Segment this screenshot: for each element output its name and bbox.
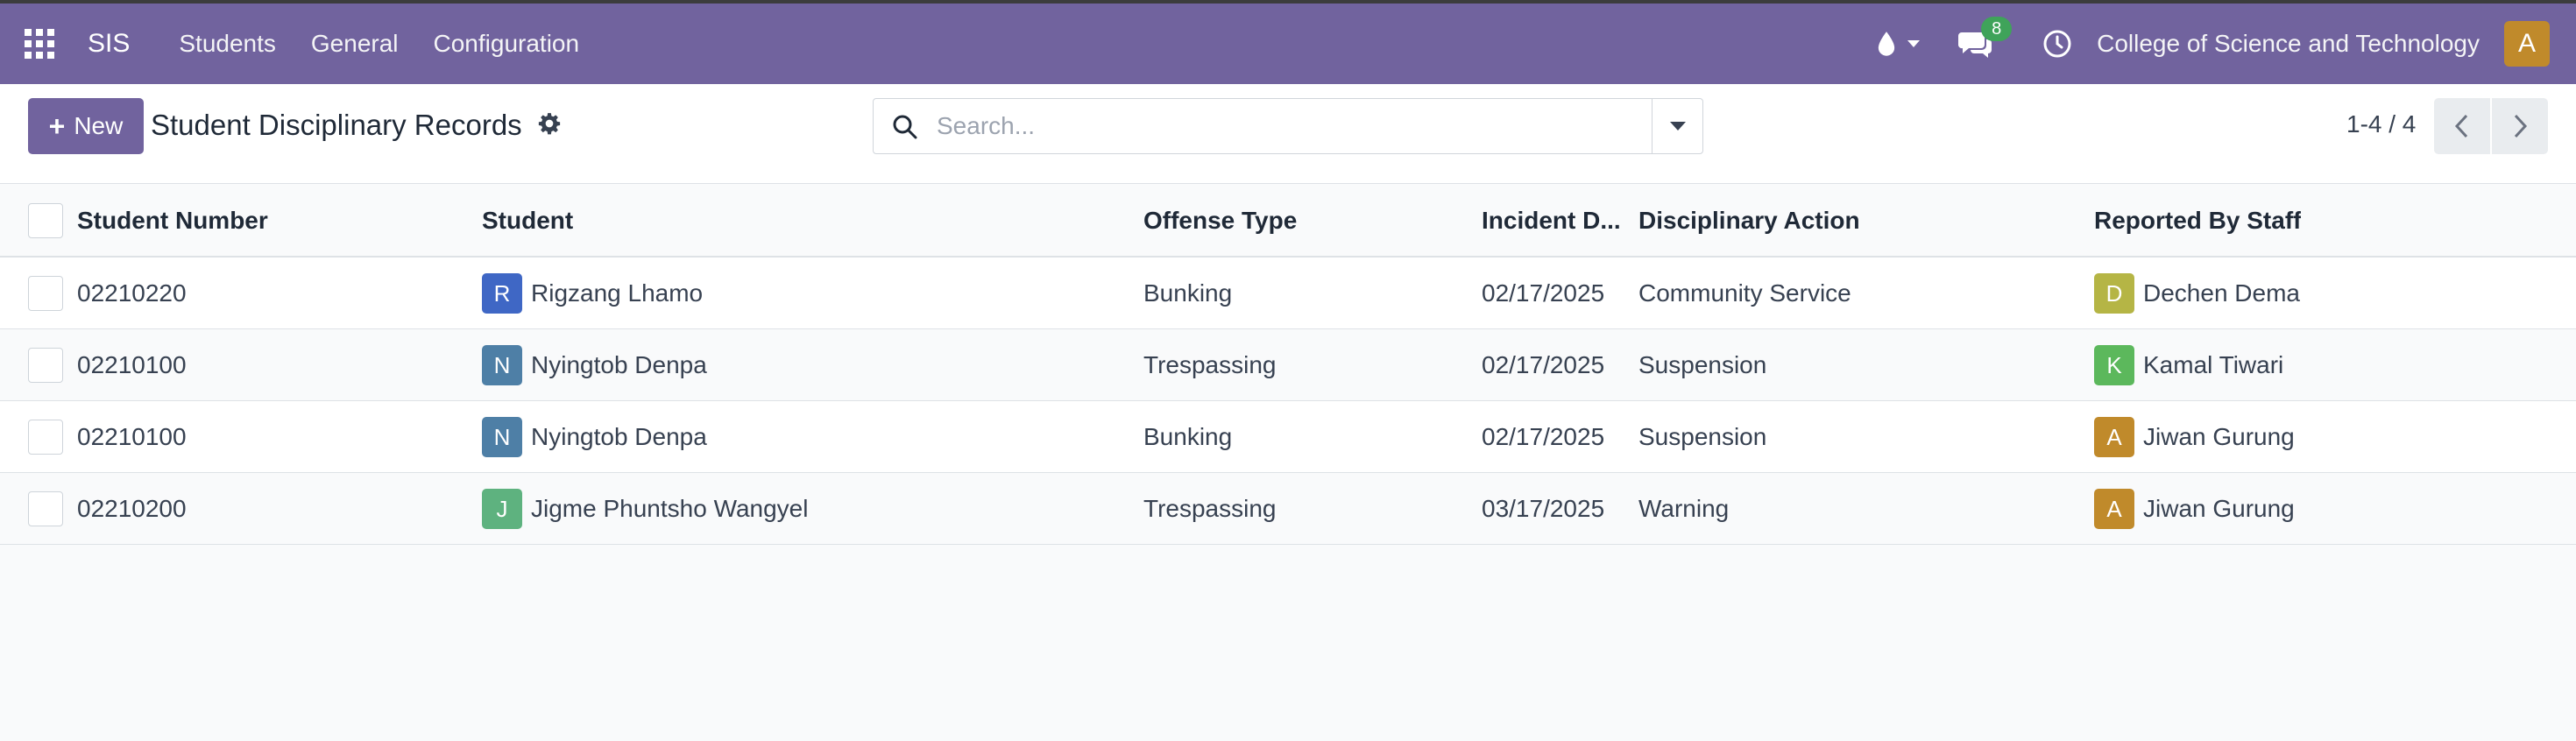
activity-menu[interactable]: [2042, 29, 2072, 59]
disciplinary-action-cell: Warning: [1638, 495, 1730, 522]
row-checkbox[interactable]: [28, 491, 63, 526]
records-table: Student Number Student Offense Type Inci…: [0, 184, 2576, 545]
avatar: D: [2094, 273, 2134, 314]
staff-name: Kamal Tiwari: [2143, 351, 2284, 378]
select-all-checkbox[interactable]: [28, 203, 63, 238]
gear-icon[interactable]: [538, 112, 561, 135]
reported-by-cell: A Jiwan Gurung: [2094, 473, 2295, 545]
table-row[interactable]: 02210200 J Jigme Phuntsho Wangyel Trespa…: [0, 473, 2576, 545]
row-checkbox[interactable]: [28, 348, 63, 383]
search-input[interactable]: [935, 108, 1636, 145]
table-header: Student Number Student Offense Type Inci…: [0, 184, 2576, 258]
company-switcher[interactable]: College of Science and Technology: [2097, 30, 2480, 58]
student-number-cell: 02210200: [77, 495, 187, 522]
offense-type-cell: Trespassing: [1143, 351, 1277, 378]
pager-previous-button[interactable]: [2434, 98, 2490, 154]
student-number-cell: 02210220: [77, 279, 187, 307]
table-row[interactable]: 02210100 N Nyingtob Denpa Bunking 02/17/…: [0, 401, 2576, 473]
avatar: N: [482, 417, 522, 457]
reported-by-cell: A Jiwan Gurung: [2094, 401, 2295, 473]
control-panel: + New Student Disciplinary Records 1-4 /…: [0, 84, 2576, 184]
disciplinary-action-cell: Community Service: [1638, 279, 1851, 307]
top-navbar: SIS Students General Configuration 8 Col…: [0, 0, 2576, 84]
offense-type-cell: Bunking: [1143, 423, 1233, 450]
avatar: A: [2094, 417, 2134, 457]
table-row[interactable]: 02210100 N Nyingtob Denpa Trespassing 02…: [0, 329, 2576, 401]
avatar: J: [482, 489, 522, 529]
chevron-right-icon: [2514, 114, 2528, 138]
debug-menu[interactable]: [1874, 30, 1921, 58]
pager-value[interactable]: 1-4 / 4: [2346, 110, 2416, 138]
student-number-cell: 02210100: [77, 351, 187, 378]
reported-by-cell: D Dechen Dema: [2094, 258, 2300, 329]
search-icon: [893, 115, 917, 139]
avatar: K: [2094, 345, 2134, 385]
column-header-offense-type[interactable]: Offense Type: [1143, 184, 1297, 258]
page-title: Student Disciplinary Records: [151, 109, 522, 141]
disciplinary-action-cell: Suspension: [1638, 351, 1767, 378]
offense-type-cell: Trespassing: [1143, 495, 1277, 522]
student-cell: N Nyingtob Denpa: [482, 329, 707, 401]
student-name: Nyingtob Denpa: [531, 351, 707, 378]
pager-next-button[interactable]: [2492, 98, 2548, 154]
chevron-down-icon: [1669, 122, 1686, 131]
column-header-student-number[interactable]: Student Number: [77, 184, 268, 258]
student-cell: N Nyingtob Denpa: [482, 401, 707, 473]
new-button-label: New: [74, 112, 124, 139]
column-header-incident-date[interactable]: Incident D...: [1482, 184, 1631, 258]
row-checkbox[interactable]: [28, 276, 63, 311]
student-cell: R Rigzang Lhamo: [482, 258, 703, 329]
nav-item-configuration[interactable]: Configuration: [434, 30, 580, 58]
search-options-toggle[interactable]: [1652, 99, 1702, 153]
disciplinary-action-cell: Suspension: [1638, 423, 1767, 450]
student-cell: J Jigme Phuntsho Wangyel: [482, 473, 808, 545]
plus-icon: +: [48, 109, 66, 142]
student-name: Jigme Phuntsho Wangyel: [531, 495, 809, 522]
column-header-disciplinary-action[interactable]: Disciplinary Action: [1638, 184, 1860, 258]
messaging-menu[interactable]: 8: [1958, 17, 2013, 59]
new-button[interactable]: + New: [28, 98, 144, 154]
avatar: N: [482, 345, 522, 385]
droplet-icon: [1878, 32, 1895, 56]
avatar: R: [482, 273, 522, 314]
student-number-cell: 02210100: [77, 423, 187, 450]
avatar: A: [2094, 489, 2134, 529]
staff-name: Dechen Dema: [2143, 279, 2300, 307]
incident-date-cell: 02/17/2025: [1482, 351, 1605, 378]
chevron-left-icon: [2454, 114, 2468, 138]
staff-name: Jiwan Gurung: [2143, 423, 2295, 450]
student-name: Nyingtob Denpa: [531, 423, 707, 450]
nav-item-students[interactable]: Students: [179, 30, 276, 58]
incident-date-cell: 02/17/2025: [1482, 279, 1605, 307]
column-header-student[interactable]: Student: [482, 184, 573, 258]
app-brand[interactable]: SIS: [88, 29, 130, 59]
table-row[interactable]: 02210220 R Rigzang Lhamo Bunking 02/17/2…: [0, 258, 2576, 329]
search-bar: [873, 98, 1703, 154]
incident-date-cell: 03/17/2025: [1482, 495, 1605, 522]
incident-date-cell: 02/17/2025: [1482, 423, 1605, 450]
student-name: Rigzang Lhamo: [531, 279, 704, 307]
column-header-reported-by-staff[interactable]: Reported By Staff: [2094, 184, 2301, 258]
chevron-down-icon: [1907, 40, 1921, 47]
reported-by-cell: K Kamal Tiwari: [2094, 329, 2283, 401]
nav-item-general[interactable]: General: [311, 30, 399, 58]
message-count-badge: 8: [1981, 17, 2013, 41]
user-avatar[interactable]: A: [2504, 21, 2550, 67]
row-checkbox[interactable]: [28, 420, 63, 455]
clock-icon: [2043, 30, 2071, 58]
staff-name: Jiwan Gurung: [2143, 495, 2295, 522]
app-grid-icon[interactable]: [25, 29, 54, 59]
offense-type-cell: Bunking: [1143, 279, 1233, 307]
